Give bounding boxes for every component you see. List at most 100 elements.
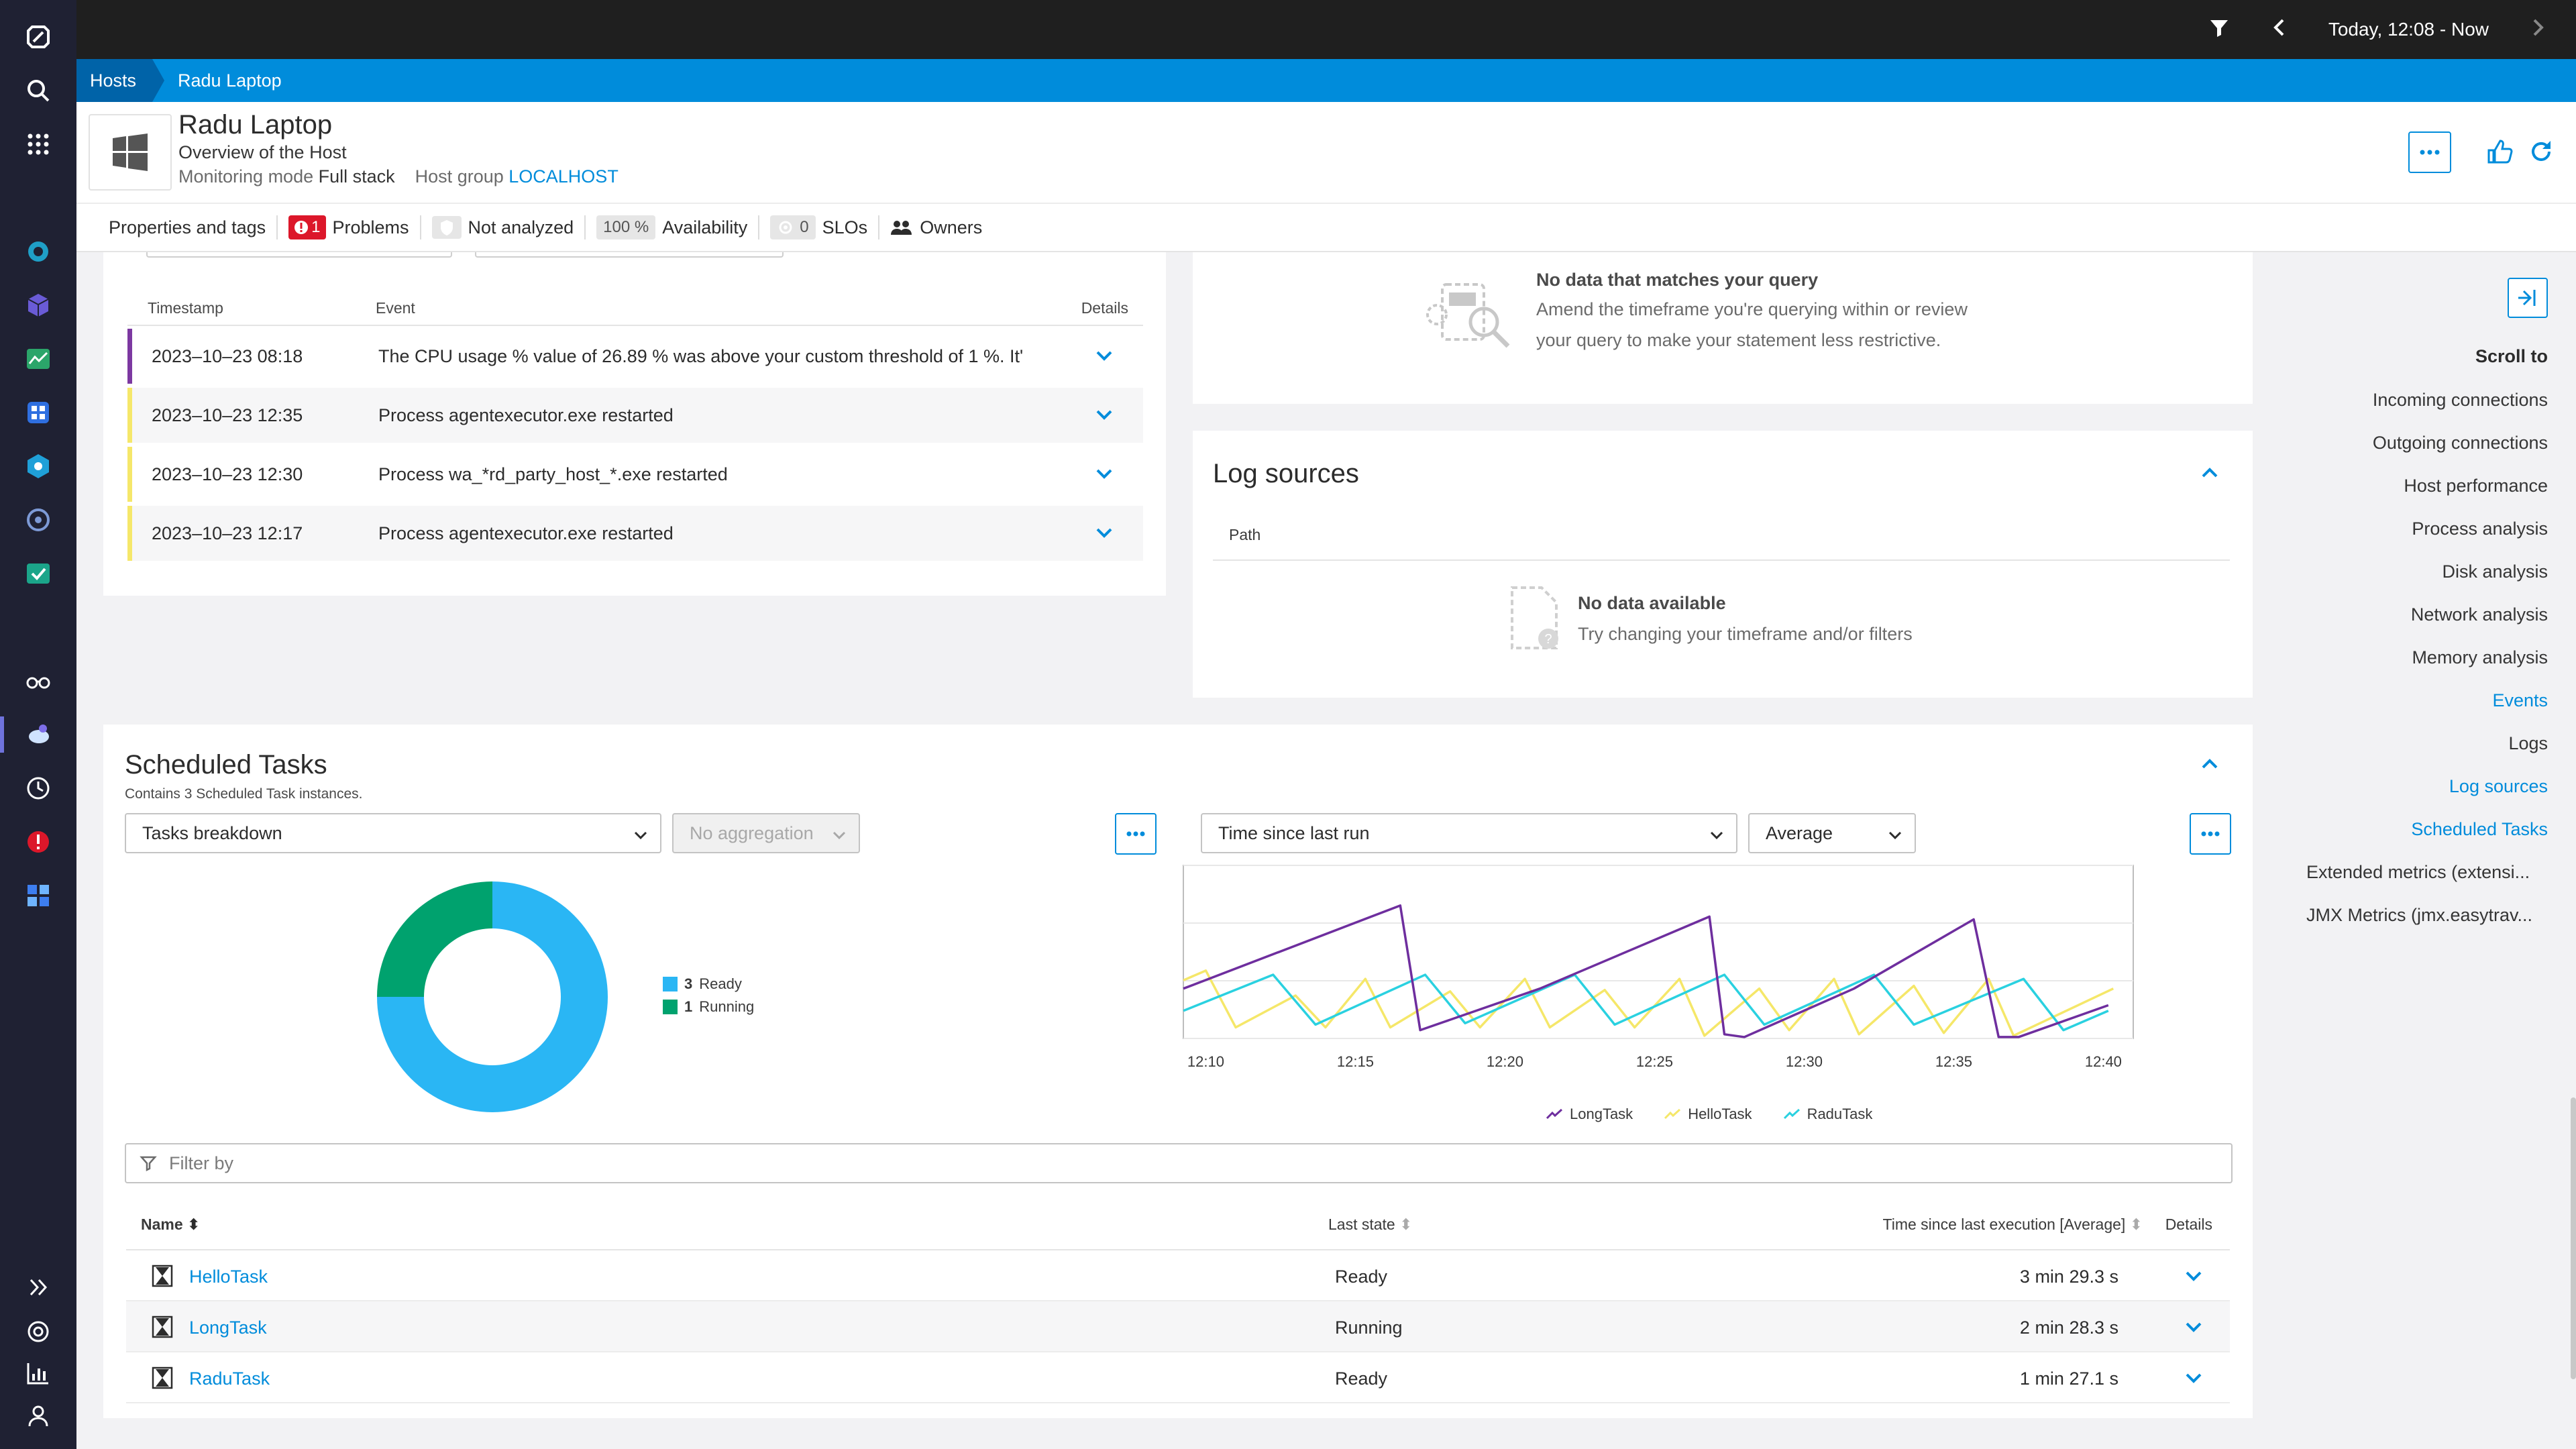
scroll-to-item[interactable]: Incoming connections: [2373, 390, 2548, 411]
event-severity-bar: [127, 329, 132, 384]
chart2-options-button[interactable]: [2190, 813, 2231, 855]
event-text: Process agentexecutor.exe restarted: [378, 523, 674, 543]
clock-icon[interactable]: [20, 770, 56, 806]
host-group-link[interactable]: LOCALHOST: [508, 166, 619, 186]
app-dashboard-icon[interactable]: [20, 341, 56, 377]
task-name-link[interactable]: LongTask: [189, 1318, 267, 1338]
app-hexagon-icon[interactable]: [20, 448, 56, 484]
event-row[interactable]: 2023–10–23 08:18 The CPU usage % value of…: [127, 329, 1143, 384]
app-grid-blue-icon[interactable]: [20, 877, 56, 914]
scroll-to-item[interactable]: Memory analysis: [2412, 647, 2548, 668]
event-timestamp: 2023–10–23 12:35: [152, 405, 303, 425]
more-actions-button[interactable]: [2408, 131, 2451, 173]
thumbs-up-icon[interactable]: [2485, 137, 2514, 166]
collapse-chevron-up-icon[interactable]: [2198, 460, 2222, 488]
aggregation2-select[interactable]: Average: [1748, 813, 1916, 853]
timeframe-back-icon[interactable]: [2268, 16, 2291, 44]
scroll-to-item[interactable]: Host performance: [2404, 476, 2548, 496]
col-name[interactable]: Name ⬍: [141, 1216, 200, 1234]
col-event: Event: [376, 299, 415, 317]
event-row[interactable]: 2023–10–23 12:35 Process agentexecutor.ex…: [127, 388, 1143, 443]
breadcrumb-hosts[interactable]: Hosts: [76, 59, 165, 102]
app-infrastructure-icon[interactable]: [20, 716, 56, 753]
refresh-icon[interactable]: [2526, 137, 2556, 166]
task-name-link[interactable]: HelloTask: [189, 1267, 268, 1287]
not-analyzed-link[interactable]: Not analyzed: [431, 216, 574, 239]
scroll-to-item[interactable]: Scheduled Tasks: [2411, 819, 2548, 840]
divider: [758, 215, 760, 239]
expand-nav-icon[interactable]: [20, 1269, 56, 1305]
scroll-to-item[interactable]: Events: [2492, 690, 2548, 711]
reports-icon[interactable]: [20, 1355, 56, 1391]
timeframe-forward-icon[interactable]: [2526, 16, 2549, 44]
scroll-to-item[interactable]: Log sources: [2449, 776, 2548, 797]
legend-count: 3: [684, 975, 693, 992]
timeframe-selector[interactable]: Today, 12:08 - Now: [2328, 19, 2489, 40]
metric-select[interactable]: Time since last run: [1201, 813, 1737, 853]
apps-grid-icon[interactable]: [20, 126, 56, 162]
filter-icon[interactable]: [2208, 16, 2231, 44]
scroll-to-item[interactable]: JMX Metrics (jmx.easytrav...: [2306, 905, 2532, 926]
event-row[interactable]: 2023–10–23 12:17 Process agentexecutor.ex…: [127, 506, 1143, 561]
col-last-state[interactable]: Last state ⬍: [1328, 1216, 1412, 1234]
owners-link[interactable]: Owners: [890, 217, 982, 238]
x-tick-label: 12:40: [2085, 1053, 2122, 1070]
scroll-to-item[interactable]: Process analysis: [2412, 519, 2548, 539]
scroll-to-item[interactable]: Disk analysis: [2442, 561, 2548, 582]
search-icon[interactable]: [20, 72, 56, 109]
task-state: Ready: [1335, 1267, 1388, 1287]
legend-item[interactable]: HelloTask: [1664, 1106, 1752, 1123]
problems-link[interactable]: 1 Problems: [288, 215, 409, 239]
problems-icon[interactable]: [20, 824, 56, 860]
chevron-down-icon: [833, 831, 846, 840]
table-row[interactable]: LongTask Running 2 min 28.3 s: [126, 1301, 2230, 1352]
scroll-to-item[interactable]: Extended metrics (extensi...: [2306, 862, 2530, 883]
app-observability-icon[interactable]: [20, 233, 56, 270]
event-row[interactable]: 2023–10–23 12:30 Process wa_*rd_party_hos…: [127, 447, 1143, 502]
collapse-chevron-up-icon[interactable]: [2198, 751, 2222, 779]
app-cube-icon[interactable]: [20, 287, 56, 323]
availability-label: Availability: [662, 217, 748, 237]
breakdown-select[interactable]: Tasks breakdown: [125, 813, 661, 853]
filter-input[interactable]: Filter by: [125, 1143, 2233, 1183]
app-notebook-icon[interactable]: [20, 394, 56, 431]
scroll-to-item[interactable]: Outgoing connections: [2373, 433, 2548, 453]
binoculars-icon[interactable]: [20, 663, 56, 699]
dynatrace-logo-icon[interactable]: [20, 19, 56, 55]
properties-tags-link[interactable]: Properties and tags: [109, 217, 266, 238]
scroll-to-item[interactable]: Logs: [2508, 733, 2548, 754]
legend-item[interactable]: 3 Ready: [663, 975, 754, 993]
legend-item[interactable]: RaduTask: [1783, 1106, 1872, 1123]
col-timestamp: Timestamp: [148, 299, 223, 317]
scroll-to-item[interactable]: Network analysis: [2411, 604, 2548, 625]
expand-chevron-down-icon[interactable]: [1092, 343, 1116, 372]
slos-link[interactable]: 0 SLOs: [770, 215, 867, 239]
aggregation-select[interactable]: No aggregation: [672, 813, 860, 853]
collapse-sidebar-button[interactable]: [2508, 278, 2548, 318]
expand-chevron-down-icon[interactable]: [2182, 1264, 2206, 1293]
expand-chevron-down-icon[interactable]: [1092, 402, 1116, 431]
divider: [1213, 559, 2230, 561]
col-time-since[interactable]: Time since last execution [Average] ⬍: [1883, 1216, 2143, 1234]
legend-item[interactable]: 1 Running: [663, 998, 754, 1016]
scrollbar[interactable]: [2571, 1097, 2576, 1379]
donut-slice-running[interactable]: [377, 881, 492, 997]
table-row[interactable]: RaduTask Ready 1 min 27.1 s: [126, 1352, 2230, 1403]
expand-chevron-down-icon[interactable]: [1092, 462, 1116, 490]
app-check-icon[interactable]: [20, 555, 56, 592]
app-settings-circle-icon[interactable]: [20, 502, 56, 538]
legend-item[interactable]: LongTask: [1546, 1106, 1633, 1123]
table-row[interactable]: HelloTask Ready 3 min 29.3 s: [126, 1250, 2230, 1301]
events-panel: Timestamp Event Details 2023–10–23 08:18…: [103, 252, 1166, 596]
help-icon[interactable]: [20, 1313, 56, 1350]
chart-options-button[interactable]: [1115, 813, 1157, 855]
legend-swatch: [663, 977, 678, 991]
page-title: Radu Laptop: [178, 110, 333, 140]
availability-link[interactable]: 100 % Availability: [596, 215, 747, 239]
expand-chevron-down-icon[interactable]: [2182, 1315, 2206, 1344]
task-name-link[interactable]: RaduTask: [189, 1368, 270, 1389]
expand-chevron-down-icon[interactable]: [2182, 1366, 2206, 1395]
breadcrumb-current[interactable]: Radu Laptop: [152, 70, 282, 91]
user-icon[interactable]: [20, 1398, 56, 1434]
expand-chevron-down-icon[interactable]: [1092, 521, 1116, 549]
